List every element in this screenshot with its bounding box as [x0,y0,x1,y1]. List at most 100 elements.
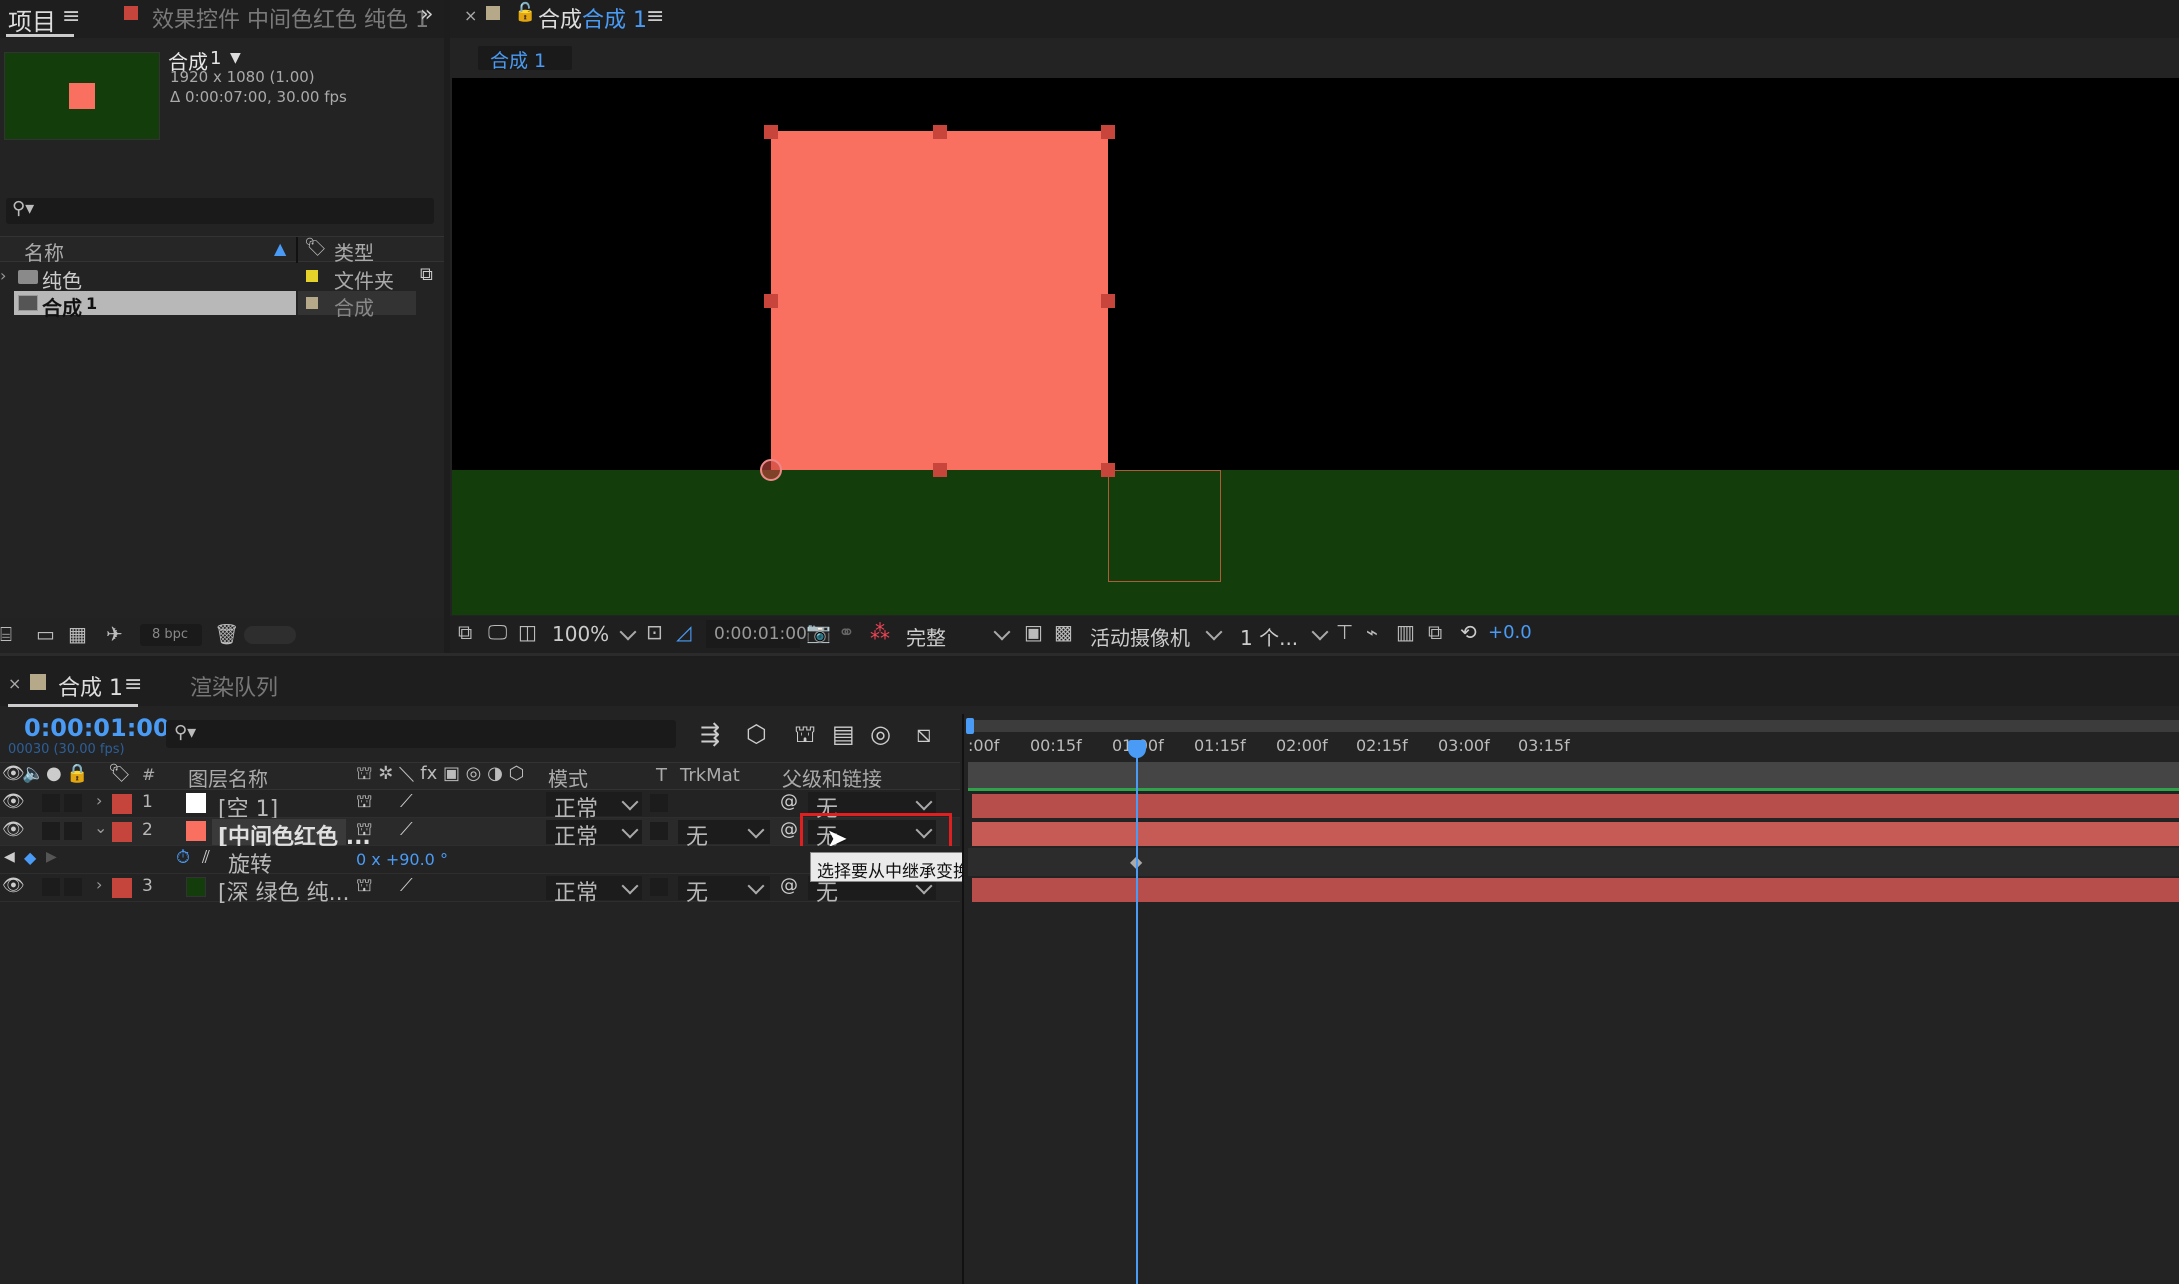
project-item-folder[interactable]: › 纯色 文件夹 ⧉ [0,264,444,293]
flowchart-icon[interactable]: ⧉ [420,264,433,285]
handle-tr[interactable] [1101,125,1115,139]
region-of-interest-icon[interactable]: ⊡ [646,620,663,644]
col-name[interactable]: 名称 [24,237,64,266]
resolution-dropdown[interactable]: 完整 [900,620,1012,650]
transparency-grid-icon[interactable]: ◿ [676,620,691,644]
trash-icon[interactable]: 🗑 [214,622,239,646]
reset-exposure-icon[interactable]: ⟲ [1460,620,1477,644]
lock-icon[interactable]: 🔓 [514,2,536,23]
pickwhip-icon[interactable]: @ [780,791,798,812]
mode-dropdown[interactable]: 正常 [546,820,642,850]
camera-snapshot-icon[interactable]: 📷 [806,620,831,644]
timeline-graph-area[interactable]: :00f 00:15f 01:00f 01:15f 02:00f 02:15f … [962,714,2179,1284]
graph-icon[interactable]: ⫽ [202,847,210,868]
lock-icon[interactable]: 🔒 [66,763,88,784]
flowchart-icon[interactable]: ⧉ [1428,620,1442,644]
audio-icon[interactable]: 🔈 [22,763,44,784]
layer-2-bar[interactable] [972,822,2179,846]
tab-project[interactable]: 项目 [8,2,56,37]
close-tab-icon[interactable]: × [8,674,21,693]
lock-box[interactable] [64,822,82,840]
interpret-footage-icon[interactable]: ⌸ [0,622,12,646]
col-mode[interactable]: 模式 [548,763,588,792]
solo-box[interactable] [42,794,60,812]
work-area-start-handle[interactable] [966,718,974,734]
solo-icon[interactable]: ● [46,763,62,784]
exposure-value[interactable]: +0.0 [1488,622,1532,643]
stopwatch-icon[interactable]: ⏱ [176,847,190,868]
shy-switch-icon[interactable]: ⛫ [356,791,373,815]
tab-timeline-comp[interactable]: 合成 1 [58,670,123,702]
new-comp-icon[interactable]: ▦ [68,622,87,646]
new-folder-icon[interactable]: ▭ [36,622,55,646]
expand-panels-icon[interactable]: » [420,2,433,27]
col-type[interactable]: 类型 [334,237,374,266]
trkmat-dropdown[interactable]: 无 [678,876,770,906]
motion-blur-icon[interactable]: ◎ [870,720,891,748]
zoom-dropdown[interactable]: 100% [544,620,640,648]
col-layer-name[interactable]: 图层名称 [188,763,268,792]
handle-tm[interactable] [933,125,947,139]
draft-3d-icon[interactable]: ⬡ [746,720,767,748]
adobe-media-encoder-icon[interactable]: ✈ [106,622,123,646]
expand-arrow-icon[interactable]: › [96,791,102,810]
comp-dropdown-icon[interactable]: ▼ [230,50,241,66]
handle-ml[interactable] [764,294,778,308]
col-parent[interactable]: 父级和链接 [782,763,882,792]
lock-box[interactable] [64,878,82,896]
mode-dropdown[interactable]: 正常 [546,792,642,822]
lock-box[interactable] [64,794,82,812]
expand-arrow-icon[interactable]: › [0,266,6,285]
toggle-pixel-aspect-icon[interactable]: ⊤ [1336,620,1353,644]
viewer-tab-comp[interactable]: 合成 1 [582,2,647,34]
shy-switch-icon[interactable]: ⛫ [356,875,373,899]
next-keyframe-icon[interactable]: ▶ [46,849,57,865]
timeline-search-input[interactable]: ⚲▾ [166,720,676,748]
tab-render-queue[interactable]: 渲染队列 [190,670,278,702]
fast-preview-icon[interactable]: ⌁ [1366,620,1378,644]
project-search-input[interactable]: ⚲▾ [6,198,434,224]
time-ruler[interactable]: :00f 00:15f 01:00f 01:15f 02:00f 02:15f … [964,734,2179,760]
handle-bm[interactable] [933,463,947,477]
keyframe-diamond-icon[interactable]: ◆ [24,848,36,867]
t-box[interactable] [650,822,668,840]
mask-icon[interactable]: ◫ [518,620,537,644]
layer-label-swatch[interactable] [112,794,132,814]
work-area-bar[interactable] [968,720,2179,732]
bpc-button[interactable]: 8 bpc [140,624,202,646]
col-trkmat[interactable]: TrkMat [680,765,740,786]
layer-1-bar[interactable] [972,794,2179,818]
t-box[interactable] [650,794,668,812]
rotation-value[interactable]: 0 x +90.0 ° [356,850,448,869]
viewer-timecode[interactable]: 0:00:01:00 [706,620,807,648]
layer-label-swatch[interactable] [112,878,132,898]
viewer-menu-icon[interactable]: ≡ [646,4,664,29]
quality-switch-icon[interactable]: ⟋ [400,875,413,896]
current-time-display[interactable]: 0:00:01:00 [24,714,170,742]
layer-3-bar[interactable] [972,878,2179,902]
folder-label-swatch[interactable] [306,270,318,282]
t-box[interactable] [650,878,668,896]
mode-dropdown[interactable]: 正常 [546,876,642,906]
viewer-breadcrumb[interactable]: 合成 1 [478,46,572,72]
close-tab-icon[interactable]: × [464,6,477,25]
handle-mr[interactable] [1101,294,1115,308]
solo-box[interactable] [42,878,60,896]
pickwhip-icon[interactable]: @ [780,819,798,840]
quality-switch-icon[interactable]: ⟋ [400,791,413,812]
eye-icon[interactable]: 👁 [2,875,25,896]
prev-keyframe-icon[interactable]: ◀ [4,849,15,865]
playhead-handle[interactable] [1128,740,1146,758]
handle-tl[interactable] [764,125,778,139]
always-preview-icon[interactable]: ⧉ [458,620,472,644]
trkmat-dropdown[interactable]: 无 [678,820,770,850]
monitor-icon[interactable]: 🖵 [488,620,507,644]
channel-icon[interactable]: ⁂ [870,620,890,644]
sort-asc-icon[interactable]: ▲ [274,239,286,258]
tab-effects-controls[interactable]: 效果控件 中间色红色 纯色 1 [152,2,429,34]
comp-label-swatch[interactable] [306,297,318,309]
shy-switch-icon[interactable]: ⛫ [356,819,373,843]
comp-mini-flowchart-icon[interactable]: ⇶ [700,720,720,748]
project-item-comp[interactable]: 合成 1 合成 [0,291,444,320]
layer-label-swatch[interactable] [112,822,132,842]
